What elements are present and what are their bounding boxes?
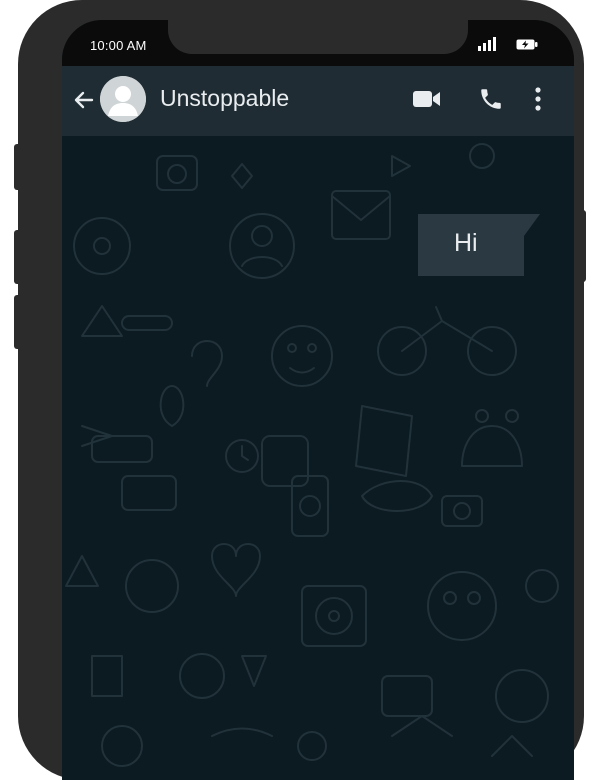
phone-frame: 10:00 AM Unstoppable Hi	[18, 0, 584, 780]
voice-call-icon[interactable]	[478, 86, 504, 112]
status-time: 10:00 AM	[90, 38, 147, 53]
outgoing-message-bubble[interactable]: Hi	[418, 214, 524, 276]
video-call-icon[interactable]	[412, 88, 442, 110]
phone-screen: 10:00 AM Unstoppable Hi	[62, 20, 574, 780]
signal-bars-icon	[478, 37, 496, 51]
more-options-icon[interactable]	[534, 86, 542, 112]
bubble-tail	[524, 214, 540, 236]
contact-name[interactable]: Unstoppable	[160, 85, 289, 112]
chat-area[interactable]: Hi	[62, 136, 574, 780]
chat-header: Unstoppable	[62, 66, 574, 136]
message-text: Hi	[454, 229, 478, 257]
back-arrow-icon[interactable]	[72, 88, 96, 112]
notch	[168, 20, 468, 54]
avatar[interactable]	[100, 76, 146, 122]
avatar-icon	[100, 76, 146, 122]
battery-charging-icon	[516, 39, 538, 50]
status-bar: 10:00 AM	[62, 20, 574, 66]
